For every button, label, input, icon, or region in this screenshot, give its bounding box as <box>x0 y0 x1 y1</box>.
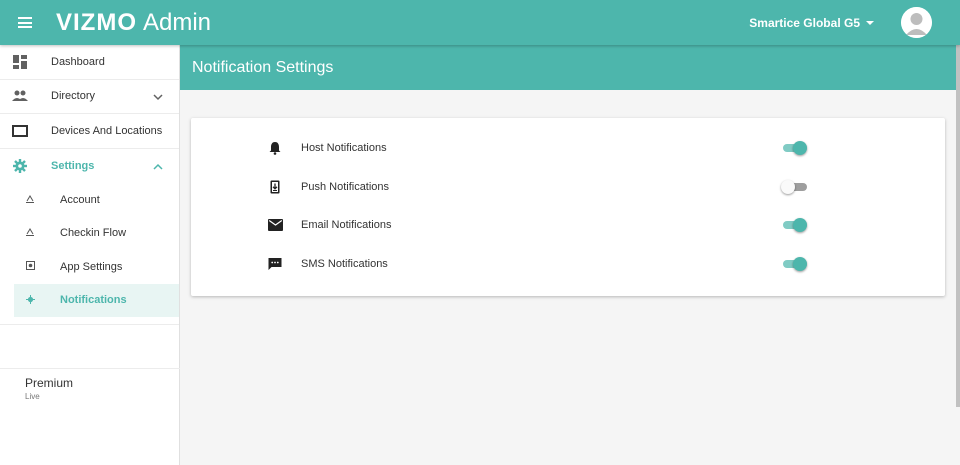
people-icon <box>12 89 28 103</box>
setting-label: SMS Notifications <box>301 258 388 270</box>
chevron-down-icon[interactable] <box>153 92 163 104</box>
brand-logo[interactable]: VIZMO Admin <box>56 9 211 37</box>
checkin-icon <box>24 228 36 238</box>
sidebar-item-label: Directory <box>51 90 96 103</box>
sms-notifications-toggle[interactable] <box>783 256 809 272</box>
sidebar-subitem-label: Checkin Flow <box>60 227 127 240</box>
notifications-icon <box>24 294 36 306</box>
phone-download-icon <box>268 180 282 194</box>
settings-submenu: Account Checkin Flow App Settings Notifi… <box>0 183 179 325</box>
push-notifications-toggle[interactable] <box>781 179 809 195</box>
plan-title: Premium <box>25 376 74 390</box>
sidebar-item-label: Devices And Locations <box>51 124 163 137</box>
app-settings-icon <box>24 261 36 272</box>
sidebar-item-directory[interactable]: Directory <box>0 80 179 114</box>
caret-down-icon <box>866 21 874 25</box>
sidebar-subitem-app-settings[interactable]: App Settings <box>0 250 179 284</box>
account-name: Smartice Global G5 <box>749 16 860 30</box>
brand-name: VIZMO <box>56 8 137 36</box>
email-notifications-toggle[interactable] <box>783 217 809 233</box>
setting-row-host: Host Notifications <box>191 133 945 163</box>
setting-label: Host Notifications <box>301 142 387 154</box>
sidebar-subitem-label: Notifications <box>60 294 127 307</box>
setting-row-email: Email Notifications <box>191 210 945 240</box>
brand-suffix: Admin <box>143 8 212 36</box>
sidebar-subitem-notifications[interactable]: Notifications <box>14 283 179 317</box>
sidebar-subitem-checkin-flow[interactable]: Checkin Flow <box>0 217 179 251</box>
setting-label: Email Notifications <box>301 219 392 231</box>
chat-icon <box>268 257 282 271</box>
mail-icon <box>268 218 283 232</box>
sidebar-item-dashboard[interactable]: Dashboard <box>0 45 179 80</box>
bell-icon <box>268 141 282 155</box>
plan-info: Premium Live <box>0 368 180 401</box>
notification-settings-card: Host Notifications Push Notifications Em… <box>191 118 945 296</box>
host-notifications-toggle[interactable] <box>783 140 809 156</box>
setting-label: Push Notifications <box>301 181 390 193</box>
user-avatar-icon <box>901 7 932 38</box>
sidebar-item-devices[interactable]: Devices And Locations <box>0 114 179 149</box>
dashboard-icon <box>12 54 28 69</box>
page-title: Notification Settings <box>192 58 334 76</box>
sidebar-item-label: Settings <box>51 159 95 172</box>
hamburger-menu-icon[interactable] <box>18 17 32 28</box>
sidebar-subitem-label: App Settings <box>60 260 123 273</box>
tablet-icon <box>12 124 28 138</box>
sidebar: Dashboard Directory Devices And Location… <box>0 45 180 465</box>
sidebar-item-settings[interactable]: Settings <box>0 149 179 184</box>
account-icon <box>24 194 36 205</box>
sidebar-item-label: Dashboard <box>51 55 105 68</box>
setting-row-push: Push Notifications <box>191 172 945 202</box>
sidebar-subitem-label: Account <box>60 193 100 206</box>
gear-icon <box>12 158 28 173</box>
chevron-up-icon[interactable] <box>153 161 163 173</box>
account-switcher[interactable]: Smartice Global G5 <box>749 16 874 30</box>
top-app-bar: VIZMO Admin Smartice Global G5 <box>0 0 960 45</box>
avatar[interactable] <box>901 7 932 38</box>
setting-row-sms: SMS Notifications <box>191 249 945 279</box>
plan-status: Live <box>25 392 40 401</box>
sidebar-subitem-account[interactable]: Account <box>0 183 179 217</box>
page-scrollbar[interactable] <box>956 45 960 407</box>
page-header: Notification Settings <box>180 45 960 90</box>
